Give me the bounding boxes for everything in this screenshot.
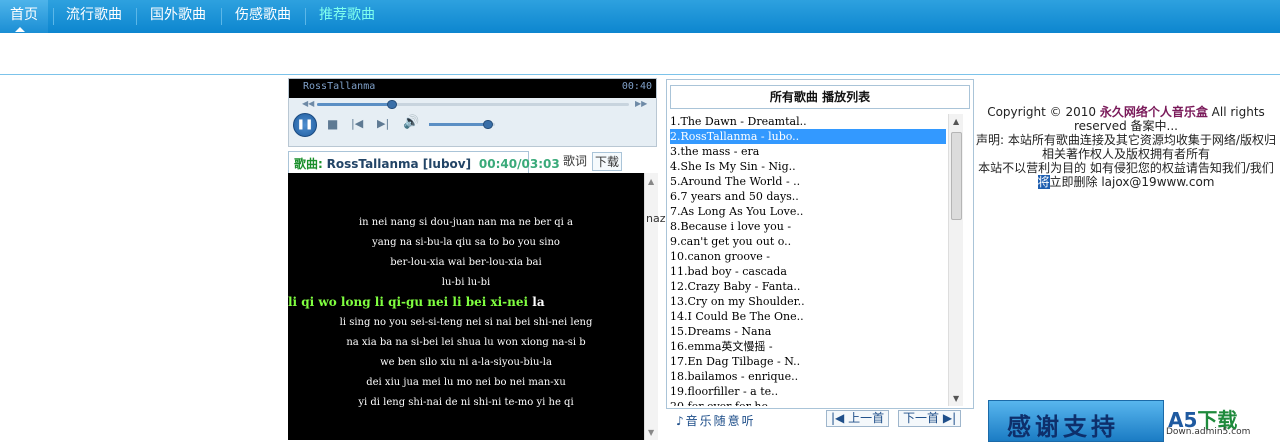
lyric-line: na xia ba na si-bei lei shua lu won xion… (346, 337, 586, 348)
next-icon: ▶| (942, 411, 957, 425)
lyric-line: yang na si-bu-la qiu sa to bo you sino (372, 237, 560, 248)
player-display: RossTallanma 00:40 (289, 79, 656, 98)
rewind-icon[interactable]: ◀◀ (302, 99, 314, 108)
lyrics-link[interactable]: 歌词 (563, 152, 587, 169)
previous-track-label: 上一首 (848, 411, 885, 425)
playlist-item[interactable]: 7.As Long As You Love.. (670, 204, 946, 219)
playlist-item[interactable]: 17.En Dag Tilbage - N.. (670, 354, 946, 369)
nav-active-indicator (15, 27, 25, 32)
site-brand[interactable]: 永久网络个人音乐盒 (1100, 105, 1208, 119)
stop-icon[interactable]: ■ (327, 117, 338, 131)
current-lyric-line: li qi wo long li qi-gu nei li bei xi-nei… (288, 295, 644, 309)
a5-logo-url: Down.admin5.com (1166, 427, 1251, 437)
playlist-footer-text: ♪音乐随意听 (676, 414, 756, 428)
song-info-tab: 歌曲: RossTallanma [lubov] 00:40/03:03 (288, 151, 560, 173)
pause-icon[interactable]: ❚❚ (293, 113, 317, 137)
highlighted-text: 将 (1037, 175, 1050, 189)
contact-text: 立即删除 lajox@19www.com (1049, 175, 1215, 189)
song-info: 歌曲: RossTallanma [lubov] 00:40/03:03 (294, 157, 560, 171)
playlist-item[interactable]: 11.bad boy - cascada (670, 264, 946, 279)
playlist-item[interactable]: 9.can't get you out o.. (670, 234, 946, 249)
lyric-line: yi di leng shi-nai de ni shi-ni te-mo yi… (358, 397, 574, 408)
thanks-banner[interactable]: 感谢支持 (988, 400, 1164, 442)
playlist-item[interactable]: 15.Dreams - Nana (670, 324, 946, 339)
playlist-scrollbar[interactable]: ▲ ▼ (948, 114, 963, 406)
seek-handle[interactable] (386, 100, 397, 109)
nav-divider (221, 8, 222, 25)
playlist-item[interactable]: 8.Because i love you - (670, 219, 946, 234)
playlist-item[interactable]: 13.Cry on my Shoulder.. (670, 294, 946, 309)
disclaimer-contact: 将立即删除 lajox@19www.com (976, 175, 1276, 189)
volume-icon[interactable]: 🔊 (403, 115, 419, 130)
media-player: RossTallanma 00:40 ◀◀ ▶▶ ❚❚ ■ |◀ ▶| 🔊 (288, 78, 657, 147)
playlist-item[interactable]: 16.emma英文慢摇 - (670, 339, 946, 354)
subnav-divider (0, 74, 1280, 75)
lyric-line: dei xiu jua mei lu mo nei bo nei man-xu (366, 377, 566, 388)
lyrics-panel: in nei nang si dou-juan nan ma ne ber qi… (288, 173, 644, 440)
player-track-title: RossTallanma (303, 81, 376, 92)
lyric-line: li sing no you sei-si-teng nei si nai be… (339, 317, 593, 328)
song-time: 00:40/03:03 (478, 157, 560, 171)
scroll-down-icon[interactable]: ▼ (953, 394, 959, 403)
download-link[interactable]: 下载 (592, 152, 623, 171)
playlist-item[interactable]: 20.for ever for he.. (670, 399, 946, 406)
playlist-item[interactable]: 4.She Is My Sin - Nig.. (670, 159, 946, 174)
lyric-line: we ben silo xiu ni a-la-siyou-biu-la (380, 357, 552, 368)
scroll-down-icon[interactable]: ▼ (648, 428, 654, 437)
playlist-item[interactable]: 18.bailamos - enrique.. (670, 369, 946, 384)
nav-divider (305, 8, 306, 25)
nav-popular-songs[interactable]: 流行歌曲 (56, 0, 132, 33)
song-name: RossTallanma [lubov] (326, 157, 472, 171)
volume-fill (429, 123, 489, 126)
page: 首页 流行歌曲 国外歌曲 伤感歌曲 推荐歌曲 RossTallanma 00:4… (0, 0, 1280, 442)
playlist-item[interactable]: 19.floorfiller - a te.. (670, 384, 946, 399)
seek-bar[interactable] (317, 100, 629, 109)
previous-track-button[interactable]: |◀ 上一首 (826, 410, 890, 427)
nav-sad-songs[interactable]: 伤感歌曲 (225, 0, 301, 33)
volume-handle[interactable] (483, 120, 494, 129)
current-lyric-unsung: la (532, 295, 545, 309)
scroll-up-icon[interactable]: ▲ (648, 177, 654, 186)
lyric-line: lu-bi lu-bi (441, 277, 491, 288)
volume-slider[interactable] (429, 120, 495, 129)
copyright-line: Copyright © 2010 永久网络个人音乐盒 All rights re… (976, 105, 1276, 133)
playlist-item[interactable]: 5.Around The World - .. (670, 174, 946, 189)
song-label: 歌曲 (294, 157, 319, 171)
playlist-item[interactable]: 6.7 years and 50 days.. (670, 189, 946, 204)
nav-divider (136, 8, 137, 25)
nav-foreign-songs[interactable]: 国外歌曲 (140, 0, 216, 33)
copyright-notice: Copyright © 2010 永久网络个人音乐盒 All rights re… (976, 105, 1276, 189)
nav-divider (53, 8, 54, 25)
nav-recommended-songs[interactable]: 推荐歌曲 (309, 0, 385, 33)
lyric-line: ber-lou-xia wai ber-lou-xia bai (390, 257, 542, 268)
next-icon[interactable]: ▶| (377, 117, 389, 130)
playlist-panel: 所有歌曲 播放列表 1.The Dawn - Dreamtal.. 2.RossT… (666, 79, 974, 409)
current-lyric-sung: li qi wo long li qi-gu nei li bei xi-nei (288, 295, 529, 309)
fast-forward-icon[interactable]: ▶▶ (635, 99, 647, 108)
scroll-thumb[interactable] (951, 132, 962, 220)
next-track-button[interactable]: 下一首 ▶| (898, 410, 962, 427)
next-track-label: 下一首 (903, 411, 940, 425)
lyric-line: in nei nang si dou-juan nan ma ne ber qi… (358, 217, 574, 228)
disclaimer-line: 本站不以营利为目的 如有侵犯您的权益请告知我们/我们 (978, 161, 1274, 175)
thanks-text: 感谢支持 (1007, 413, 1119, 441)
playlist-item[interactable]: 12.Crazy Baby - Fanta.. (670, 279, 946, 294)
playlist-item[interactable]: 3.the mass - era (670, 144, 946, 159)
player-elapsed-time: 00:40 (621, 81, 652, 92)
seek-bar-fill (317, 103, 392, 106)
copyright-text: Copyright © 2010 (987, 105, 1100, 119)
previous-icon[interactable]: |◀ (351, 117, 363, 130)
playlist: 1.The Dawn - Dreamtal.. 2.RossTallanma - … (668, 114, 948, 406)
top-nav: 首页 流行歌曲 国外歌曲 伤感歌曲 推荐歌曲 (0, 0, 1280, 33)
playlist-item[interactable]: 14.I Could Be The One.. (670, 309, 946, 324)
playlist-header: 所有歌曲 播放列表 (670, 85, 970, 109)
disclaimer-line: 声明: 本站所有歌曲连接及其它资源均收集于网络/版权归相关著作权人及版权拥有者所… (976, 133, 1276, 161)
playlist-item[interactable]: 10.canon groove - (670, 249, 946, 264)
scroll-up-icon[interactable]: ▲ (953, 117, 959, 126)
previous-icon: |◀ (831, 411, 845, 425)
playlist-item[interactable]: 2.RossTallanma - lubo.. (670, 129, 946, 144)
playlist-item[interactable]: 1.The Dawn - Dreamtal.. (670, 114, 946, 129)
